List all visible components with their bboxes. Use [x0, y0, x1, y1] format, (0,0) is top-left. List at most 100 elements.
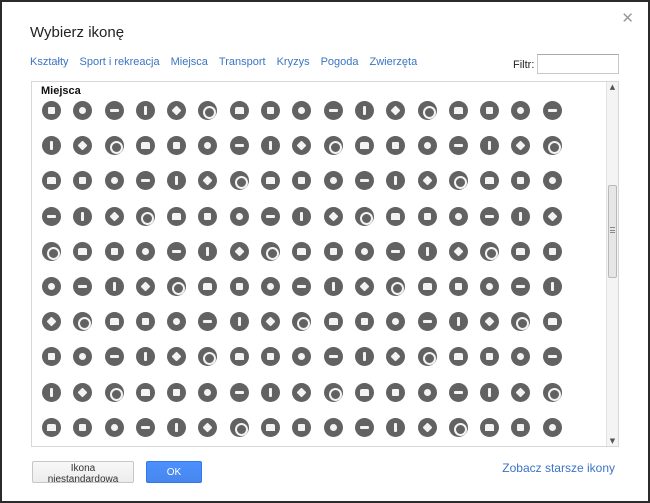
film-icon[interactable] [480, 171, 500, 191]
tv-icon[interactable] [511, 136, 531, 156]
christian-cross-icon[interactable] [229, 417, 249, 437]
stroller-icon[interactable] [323, 276, 343, 296]
parking-icon[interactable] [448, 206, 468, 226]
bank-icon[interactable] [42, 171, 61, 191]
fountain-icon[interactable] [42, 312, 61, 332]
clothes-hanger-icon[interactable] [198, 136, 218, 156]
smoking-icon[interactable] [135, 276, 155, 296]
dollar-icon[interactable] [167, 171, 187, 191]
sandwich-icon[interactable] [135, 101, 155, 120]
pizza-icon[interactable] [167, 101, 187, 120]
radio-icon[interactable] [480, 312, 500, 332]
tailor-icon[interactable] [354, 136, 374, 156]
microphone-icon[interactable] [261, 206, 281, 226]
skate-icon[interactable] [417, 347, 437, 367]
cash-icon[interactable] [104, 171, 124, 191]
dog-icon[interactable] [73, 312, 93, 332]
sun-icon[interactable] [104, 206, 124, 226]
waves-icon[interactable] [480, 382, 500, 402]
tooth-icon[interactable] [386, 382, 406, 402]
scroll-up-icon[interactable]: ▲ [607, 82, 618, 92]
tab-places[interactable]: Miejsca [171, 56, 208, 68]
binoculars-icon[interactable] [42, 241, 61, 261]
arrow-down-left-icon[interactable] [323, 241, 343, 261]
jewelry-icon[interactable] [229, 136, 249, 156]
tab-weather[interactable]: Pogoda [321, 56, 359, 68]
id-card-icon[interactable] [448, 347, 468, 367]
shop-icon[interactable] [417, 101, 437, 120]
graduation-icon[interactable] [229, 382, 249, 402]
dice-icon[interactable] [73, 206, 93, 226]
statue-icon[interactable] [135, 312, 155, 332]
church-icon[interactable] [480, 417, 500, 437]
teacher-icon[interactable] [73, 417, 93, 437]
yin-wind-icon[interactable] [135, 417, 155, 437]
crutch-icon[interactable] [417, 241, 437, 261]
family-icon[interactable] [198, 382, 218, 402]
monument-icon[interactable] [167, 312, 187, 332]
briefcase-icon[interactable] [135, 382, 155, 402]
lock-icon[interactable] [167, 382, 187, 402]
tab-shapes[interactable]: Kształty [30, 56, 69, 68]
star-of-david-icon[interactable] [354, 417, 374, 437]
hand-icon[interactable] [511, 241, 531, 261]
burger-icon[interactable] [104, 101, 124, 120]
palette-icon[interactable] [386, 206, 406, 226]
home-icon[interactable] [42, 347, 61, 367]
close-icon[interactable]: ✕ [621, 10, 634, 26]
ice-cream-icon[interactable] [354, 101, 374, 120]
gear-icon[interactable] [104, 417, 124, 437]
wheel-icon[interactable] [167, 417, 187, 437]
tab-crisis[interactable]: Kryzys [277, 56, 310, 68]
bus-stop-icon[interactable] [198, 241, 218, 261]
bed-hotel-icon[interactable] [73, 347, 93, 367]
garden-icon[interactable] [542, 312, 562, 332]
om-icon[interactable] [261, 417, 281, 437]
speech-icon[interactable] [386, 171, 406, 191]
no-smoking-icon[interactable] [104, 276, 124, 296]
star-tower-icon[interactable] [417, 312, 437, 332]
xxx-icon[interactable] [323, 206, 343, 226]
gift-icon[interactable] [323, 136, 343, 156]
plane-icon[interactable] [42, 382, 61, 402]
person-icon[interactable] [292, 382, 312, 402]
first-aid-icon[interactable] [386, 276, 406, 296]
scissors-icon[interactable] [386, 347, 406, 367]
arrows-cross-icon[interactable] [354, 241, 374, 261]
custom-icon-button[interactable]: Ikona niestandardowa [32, 461, 134, 485]
video-icon[interactable] [104, 241, 124, 261]
tab-animals[interactable]: Zwierzęta [370, 56, 418, 68]
fire-hydrant-icon[interactable] [42, 276, 61, 296]
building-icon[interactable] [104, 347, 124, 367]
camera-icon[interactable] [73, 241, 93, 261]
pavilion-icon[interactable] [198, 312, 218, 332]
exit-icon[interactable] [135, 241, 155, 261]
car-wash-icon[interactable] [292, 347, 312, 367]
wrench-icon[interactable] [542, 347, 562, 367]
buddha-icon[interactable] [42, 417, 61, 437]
stadium-icon[interactable] [354, 382, 374, 402]
vertical-scrollbar[interactable]: ▲ ▼ [606, 82, 618, 446]
luggage-icon[interactable] [511, 276, 531, 296]
fish-icon[interactable] [323, 101, 343, 120]
phone-icon[interactable] [386, 136, 406, 156]
torii-icon[interactable] [198, 347, 218, 367]
eye-icon[interactable] [417, 382, 437, 402]
ticket-icon[interactable] [42, 206, 61, 226]
bakery-icon[interactable] [292, 136, 312, 156]
wine-icon[interactable] [480, 101, 500, 120]
globe-icon[interactable] [386, 417, 406, 437]
tower-icon[interactable] [354, 206, 374, 226]
atm-icon[interactable] [73, 171, 93, 191]
flower-icon[interactable] [261, 136, 281, 156]
restrooms-icon[interactable] [167, 276, 187, 296]
picnic-table-icon[interactable] [480, 206, 500, 226]
at-sign-icon[interactable] [417, 136, 437, 156]
pound-icon[interactable] [261, 171, 281, 191]
crescent-icon[interactable] [292, 417, 312, 437]
stocks-icon[interactable] [135, 171, 155, 191]
museum-icon[interactable] [323, 312, 343, 332]
euro-icon[interactable] [229, 171, 249, 191]
kiosk-icon[interactable] [73, 136, 93, 156]
lab-icon[interactable] [261, 276, 281, 296]
